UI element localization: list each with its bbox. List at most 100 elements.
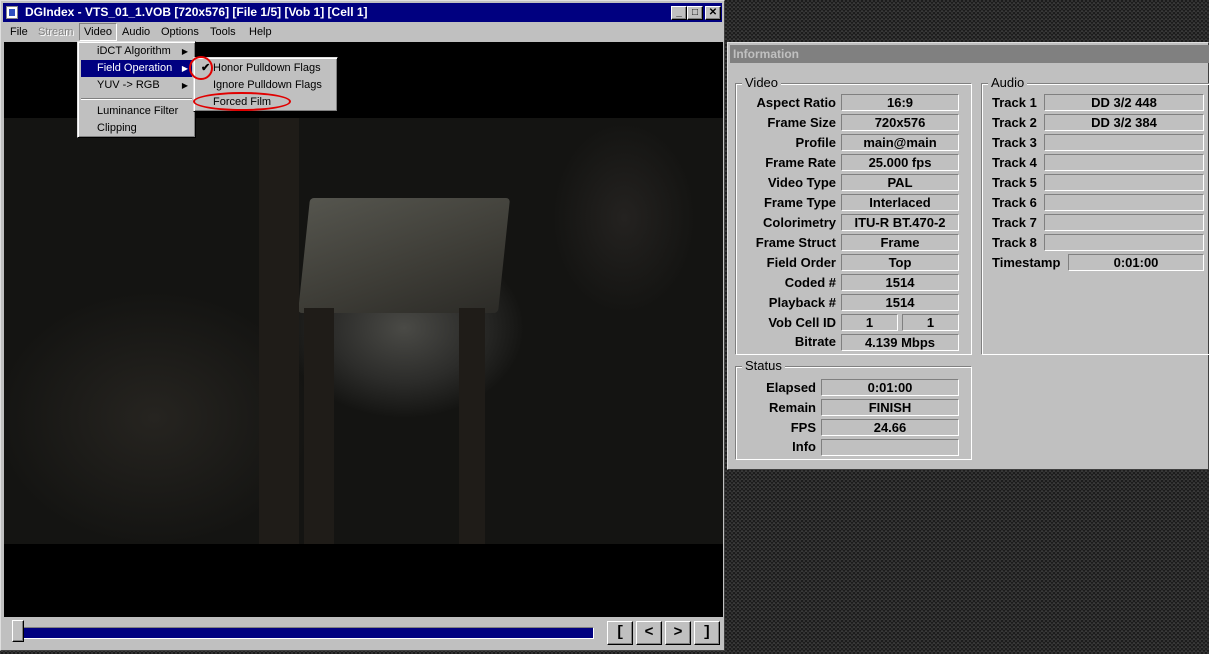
- audio-group: Audio Track 1 DD 3/2 448 Track 2 DD 3/2 …: [981, 75, 1209, 355]
- title-bar[interactable]: DGIndex - VTS_01_1.VOB [720x576] [File 1…: [3, 3, 722, 22]
- frame-type-label: Frame Type: [763, 195, 836, 210]
- menu-item-honor-pulldown-flags[interactable]: ✔ Honor Pulldown Flags: [197, 60, 334, 77]
- menu-file[interactable]: File: [6, 23, 32, 41]
- chair-front-leg: [304, 308, 334, 544]
- fps-label: FPS: [790, 420, 816, 435]
- menu-item-yuv-rgb[interactable]: YUV -> RGB ▶: [81, 77, 192, 94]
- minimize-button[interactable]: _: [671, 6, 687, 20]
- track-5-label: Track 5: [992, 175, 1037, 190]
- bitrate-label: Bitrate: [794, 334, 836, 349]
- coded-number-label: Coded #: [784, 275, 836, 290]
- menu-tools[interactable]: Tools: [206, 23, 240, 41]
- menu-item-label: Forced Film: [213, 96, 272, 108]
- playback-number-label: Playback #: [768, 295, 836, 310]
- aspect-ratio-label: Aspect Ratio: [756, 95, 836, 110]
- track-4-value: [1044, 154, 1204, 171]
- track-8-label: Track 8: [992, 235, 1037, 250]
- checkmark-icon: ✔: [201, 62, 211, 74]
- video-frame: [4, 118, 723, 544]
- menu-item-label: Honor Pulldown Flags: [213, 62, 321, 74]
- frame-size-label: Frame Size: [767, 115, 836, 130]
- menu-separator: [81, 98, 192, 100]
- menu-item-clipping[interactable]: Clipping: [81, 120, 192, 137]
- frame-size-value: 720x576: [841, 114, 959, 131]
- menu-item-label: iDCT Algorithm: [97, 45, 171, 57]
- timestamp-label: Timestamp: [992, 255, 1061, 270]
- track-2-value: DD 3/2 384: [1044, 114, 1204, 131]
- track-6-label: Track 6: [992, 195, 1037, 210]
- menu-audio[interactable]: Audio: [118, 23, 154, 41]
- elapsed-value: 0:01:00: [821, 379, 959, 396]
- video-group: Video Aspect Ratio 16:9 Frame Size 720x5…: [735, 75, 972, 355]
- menu-video[interactable]: Video: [79, 23, 117, 41]
- information-title-bar[interactable]: Information: [730, 45, 1209, 63]
- playback-number-value: 1514: [841, 294, 959, 311]
- chair-back-leg: [259, 118, 299, 544]
- track-2-label: Track 2: [992, 115, 1037, 130]
- frame-type-value: Interlaced: [841, 194, 959, 211]
- video-type-value: PAL: [841, 174, 959, 191]
- info-value: [821, 439, 959, 456]
- submenu-arrow-icon: ▶: [181, 64, 188, 73]
- track-7-value: [1044, 214, 1204, 231]
- audio-group-title: Audio: [988, 75, 1028, 91]
- vob-cell-id-label: Vob Cell ID: [768, 315, 836, 330]
- info-label: Info: [792, 439, 816, 454]
- menu-item-forced-film[interactable]: Forced Film: [197, 94, 334, 111]
- close-button[interactable]: ✕: [705, 6, 721, 20]
- field-order-value: Top: [841, 254, 959, 271]
- track-4-label: Track 4: [992, 155, 1037, 170]
- frame-rate-label: Frame Rate: [765, 155, 836, 170]
- menu-item-label: Field Operation: [97, 62, 173, 74]
- step-back-button[interactable]: <: [636, 621, 662, 645]
- menu-help[interactable]: Help: [245, 23, 276, 41]
- remain-value: FINISH: [821, 399, 959, 416]
- frame-rate-value: 25.000 fps: [841, 154, 959, 171]
- chair-right-leg: [459, 308, 485, 544]
- menu-item-field-operation[interactable]: Field Operation ▶: [81, 60, 192, 77]
- aspect-ratio-value: 16:9: [841, 94, 959, 111]
- profile-value: main@main: [841, 134, 959, 151]
- frame-struct-value: Frame: [841, 234, 959, 251]
- mark-end-button[interactable]: ]: [694, 621, 720, 645]
- status-group-title: Status: [742, 358, 785, 374]
- cell-id-value: 1: [902, 314, 959, 331]
- track-8-value: [1044, 234, 1204, 251]
- elapsed-label: Elapsed: [766, 380, 816, 395]
- submenu-arrow-icon: ▶: [181, 81, 188, 90]
- menu-item-label: Luminance Filter: [97, 105, 179, 117]
- menu-options[interactable]: Options: [157, 23, 203, 41]
- step-forward-button[interactable]: >: [665, 621, 691, 645]
- chair-seat: [297, 198, 511, 313]
- menu-item-label: Clipping: [97, 122, 137, 134]
- remain-label: Remain: [769, 400, 816, 415]
- track-1-label: Track 1: [992, 95, 1037, 110]
- mark-start-button[interactable]: [: [607, 621, 633, 645]
- field-order-label: Field Order: [766, 255, 836, 270]
- menu-item-ignore-pulldown-flags[interactable]: Ignore Pulldown Flags: [197, 77, 334, 94]
- position-track[interactable]: [16, 627, 594, 639]
- menu-item-label: Ignore Pulldown Flags: [213, 79, 322, 91]
- bitrate-value: 4.139 Mbps: [841, 334, 959, 351]
- track-3-label: Track 3: [992, 135, 1037, 150]
- frame-struct-label: Frame Struct: [755, 235, 836, 250]
- maximize-button[interactable]: □: [687, 6, 703, 20]
- submenu-arrow-icon: ▶: [181, 47, 188, 56]
- menu-item-luminance-filter[interactable]: Luminance Filter: [81, 103, 192, 120]
- fps-value: 24.66: [821, 419, 959, 436]
- menu-stream[interactable]: Stream: [34, 23, 77, 41]
- track-6-value: [1044, 194, 1204, 211]
- track-5-value: [1044, 174, 1204, 191]
- information-window: Information Video Aspect Ratio 16:9 Fram…: [727, 42, 1209, 470]
- profile-label: Profile: [795, 135, 836, 150]
- position-slider-thumb[interactable]: [12, 620, 24, 642]
- video-menu: iDCT Algorithm ▶ Field Operation ▶ YUV -…: [77, 41, 196, 138]
- video-type-label: Video Type: [767, 175, 836, 190]
- navigation-bar: [ < > ]: [4, 618, 723, 649]
- video-group-title: Video: [742, 75, 782, 91]
- colorimetry-value: ITU-R BT.470-2: [841, 214, 959, 231]
- app-icon[interactable]: [6, 6, 18, 19]
- menu-item-idct-algorithm[interactable]: iDCT Algorithm ▶: [81, 43, 192, 60]
- track-1-value: DD 3/2 448: [1044, 94, 1204, 111]
- menu-bar: File Stream Video Audio Options Tools He…: [3, 23, 722, 41]
